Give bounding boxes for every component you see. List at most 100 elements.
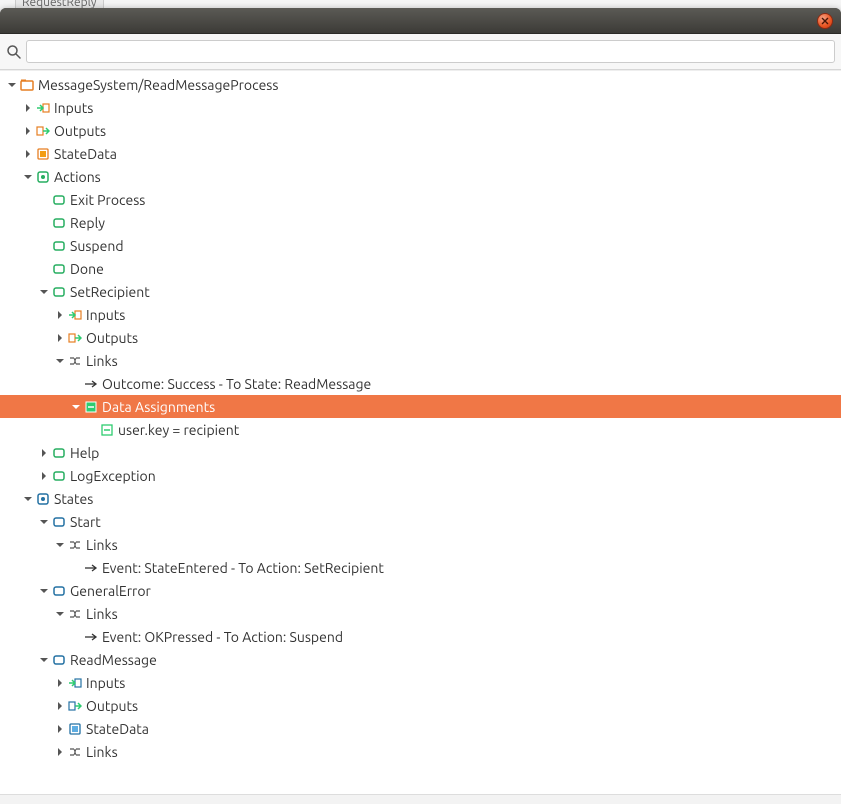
tree-item-actions[interactable]: Actions xyxy=(0,165,841,188)
chevron-down-icon[interactable] xyxy=(54,539,66,551)
chevron-right-icon[interactable] xyxy=(38,470,50,482)
tree-view[interactable]: MessageSystem/ReadMessageProcess Inputs … xyxy=(0,70,841,794)
chevron-right-icon[interactable] xyxy=(22,102,34,114)
input-arrow-icon xyxy=(68,676,82,690)
chevron-right-icon[interactable] xyxy=(38,447,50,459)
tree-item-outputs[interactable]: Outputs xyxy=(0,119,841,142)
tree-label: StateData xyxy=(86,721,149,737)
tree-item-setrecipient[interactable]: SetRecipient xyxy=(0,280,841,303)
tree-item-action[interactable]: Help xyxy=(0,441,841,464)
chevron-down-icon[interactable] xyxy=(22,493,34,505)
action-box-icon xyxy=(52,239,66,253)
chevron-down-icon[interactable] xyxy=(38,516,50,528)
tree-label: Links xyxy=(86,744,118,760)
chevron-down-icon[interactable] xyxy=(22,171,34,183)
tree-label: Exit Process xyxy=(70,192,145,208)
chevron-down-icon[interactable] xyxy=(54,355,66,367)
statedata-icon xyxy=(36,147,50,161)
tree-label: Data Assignments xyxy=(102,399,215,415)
chevron-right-icon[interactable] xyxy=(54,309,66,321)
tree-item-link-event[interactable]: Event: OKPressed - To Action: Suspend xyxy=(0,625,841,648)
output-arrow-icon xyxy=(68,699,82,713)
tree-item-action[interactable]: LogException xyxy=(0,464,841,487)
tree-item-state-generalerror[interactable]: GeneralError xyxy=(0,579,841,602)
tree-label: States xyxy=(54,491,93,507)
tree-item-inputs[interactable]: Inputs xyxy=(0,671,841,694)
tree-item-action[interactable]: Done xyxy=(0,257,841,280)
action-box-icon xyxy=(52,262,66,276)
chevron-down-icon[interactable] xyxy=(38,654,50,666)
tree-item-inputs[interactable]: Inputs xyxy=(0,96,841,119)
tree-item-statedata[interactable]: StateData xyxy=(0,717,841,740)
tree-label: SetRecipient xyxy=(70,284,150,300)
tree-label: Links xyxy=(86,537,118,553)
tree-item-links[interactable]: Links xyxy=(0,533,841,556)
states-icon xyxy=(36,492,50,506)
tree-item-link-outcome[interactable]: Outcome: Success - To State: ReadMessage xyxy=(0,372,841,395)
tree-label: Outputs xyxy=(86,698,138,714)
chevron-down-icon[interactable] xyxy=(38,585,50,597)
tree-item-state-readmessage[interactable]: ReadMessage xyxy=(0,648,841,671)
links-icon xyxy=(68,745,82,759)
tree-label: GeneralError xyxy=(70,583,151,599)
chevron-right-icon[interactable] xyxy=(54,677,66,689)
tree-item-links[interactable]: Links xyxy=(0,740,841,763)
action-box-icon xyxy=(52,446,66,460)
links-icon xyxy=(68,607,82,621)
chevron-down-icon[interactable] xyxy=(6,79,18,91)
tree-label: user.key = recipient xyxy=(118,422,239,438)
tree-label: Actions xyxy=(54,169,101,185)
tree-label: Start xyxy=(70,514,101,530)
output-arrow-icon xyxy=(36,124,50,138)
chevron-right-icon[interactable] xyxy=(54,723,66,735)
tree-label: ReadMessage xyxy=(70,652,157,668)
tree-item-action[interactable]: Exit Process xyxy=(0,188,841,211)
tree-label: MessageSystem/ReadMessageProcess xyxy=(38,77,278,93)
tree-item-links[interactable]: Links xyxy=(0,349,841,372)
chevron-right-icon[interactable] xyxy=(54,746,66,758)
tree-label: Outputs xyxy=(86,330,138,346)
chevron-down-icon[interactable] xyxy=(54,608,66,620)
tree-item-statedata[interactable]: StateData xyxy=(0,142,841,165)
tree-label: StateData xyxy=(54,146,117,162)
output-arrow-icon xyxy=(68,331,82,345)
content-area: MessageSystem/ReadMessageProcess Inputs … xyxy=(0,34,841,804)
tree-label: Event: StateEntered - To Action: SetReci… xyxy=(102,560,384,576)
tree-item-data-assignments[interactable]: Data Assignments xyxy=(0,395,841,418)
chevron-right-icon[interactable] xyxy=(54,332,66,344)
state-box-icon xyxy=(52,653,66,667)
tree-item-links[interactable]: Links xyxy=(0,602,841,625)
tree-root[interactable]: MessageSystem/ReadMessageProcess xyxy=(0,73,841,96)
links-icon xyxy=(68,538,82,552)
tree-label: Inputs xyxy=(54,100,93,116)
search-icon xyxy=(6,44,22,60)
actions-icon xyxy=(36,170,50,184)
assignment-item-icon xyxy=(100,423,114,437)
tree-item-states[interactable]: States xyxy=(0,487,841,510)
chevron-right-icon[interactable] xyxy=(54,700,66,712)
close-icon xyxy=(818,14,832,28)
tree-item-state-start[interactable]: Start xyxy=(0,510,841,533)
window-close-button[interactable] xyxy=(817,13,833,29)
tree-label: Done xyxy=(70,261,104,277)
chevron-down-icon[interactable] xyxy=(70,401,82,413)
tree-label: Reply xyxy=(70,215,105,231)
search-input[interactable] xyxy=(26,40,835,63)
tree-item-assignment[interactable]: user.key = recipient xyxy=(0,418,841,441)
tree-item-action[interactable]: Reply xyxy=(0,211,841,234)
chevron-down-icon[interactable] xyxy=(38,286,50,298)
chevron-right-icon[interactable] xyxy=(22,148,34,160)
link-arrow-icon xyxy=(84,377,98,391)
links-icon xyxy=(68,354,82,368)
tree-label: Suspend xyxy=(70,238,124,254)
data-assignments-icon xyxy=(84,400,98,414)
tree-item-inputs[interactable]: Inputs xyxy=(0,303,841,326)
tree-label: Links xyxy=(86,353,118,369)
chevron-right-icon[interactable] xyxy=(22,125,34,137)
tree-item-action[interactable]: Suspend xyxy=(0,234,841,257)
tree-item-outputs[interactable]: Outputs xyxy=(0,694,841,717)
tree-item-outputs[interactable]: Outputs xyxy=(0,326,841,349)
tree-item-link-event[interactable]: Event: StateEntered - To Action: SetReci… xyxy=(0,556,841,579)
tree-label: Links xyxy=(86,606,118,622)
tree-label: Outputs xyxy=(54,123,106,139)
